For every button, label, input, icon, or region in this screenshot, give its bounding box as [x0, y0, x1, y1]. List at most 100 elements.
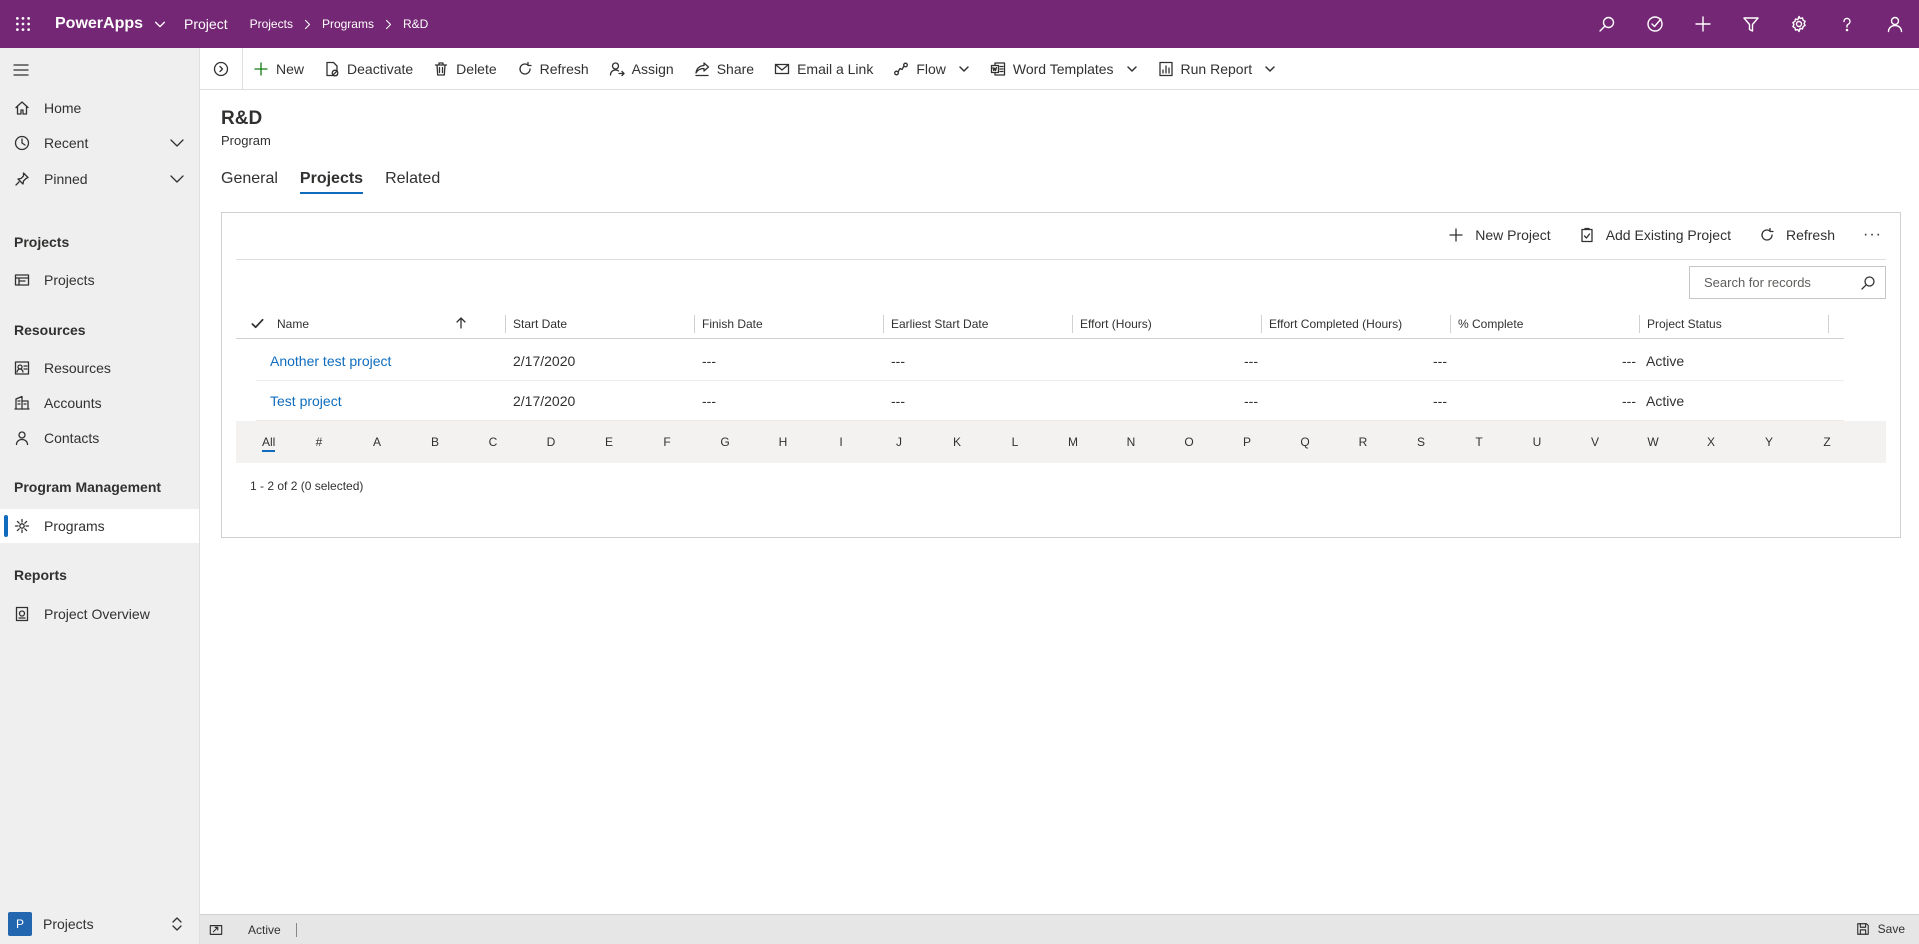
column-header-percent-complete[interactable]: % Complete	[1451, 309, 1640, 339]
nav-item-label: Projects	[44, 272, 95, 288]
project-name-link[interactable]: Test project	[270, 381, 342, 421]
search-icon	[1599, 16, 1615, 32]
side-navigation: Home Recent Pinned Projects Projects Res…	[0, 48, 200, 944]
table-row[interactable]: Another test project 2/17/2020 --- --- -…	[256, 341, 1844, 381]
run-report-dropdown[interactable]	[1264, 63, 1276, 75]
jump-letter[interactable]: Q	[1276, 435, 1334, 449]
word-templates-button[interactable]: Word Templates	[980, 48, 1148, 90]
filter-button[interactable]	[1727, 0, 1775, 48]
table-row[interactable]: Test project 2/17/2020 --- --- --- --- -…	[256, 381, 1844, 421]
search-button[interactable]	[1583, 0, 1631, 48]
select-all-checkbox[interactable]	[250, 316, 265, 331]
column-header-start-date[interactable]: Start Date	[506, 309, 695, 339]
refresh-button[interactable]: Refresh	[507, 48, 599, 90]
column-label: Name	[277, 317, 310, 331]
nav-item-contacts[interactable]: Contacts	[0, 421, 199, 455]
jump-letter[interactable]: #	[290, 435, 348, 449]
jump-letter[interactable]: S	[1392, 435, 1450, 449]
column-header-project-status[interactable]: Project Status	[1640, 309, 1829, 339]
jump-letter[interactable]: F	[638, 435, 696, 449]
jump-letter[interactable]: I	[812, 435, 870, 449]
jump-letter[interactable]: R	[1334, 435, 1392, 449]
jump-letter[interactable]: P	[1218, 435, 1276, 449]
app-name[interactable]: PowerApps	[55, 15, 143, 33]
nav-item-accounts[interactable]: Accounts	[0, 386, 199, 420]
jump-letter[interactable]: C	[464, 435, 522, 449]
jump-letter[interactable]: T	[1450, 435, 1508, 449]
jump-letter[interactable]: E	[580, 435, 638, 449]
profile-button[interactable]	[1871, 0, 1919, 48]
new-button[interactable]: New	[243, 48, 314, 90]
jump-letter[interactable]: Z	[1798, 435, 1856, 449]
deactivate-button[interactable]: Deactivate	[314, 48, 423, 90]
jump-letter[interactable]: L	[986, 435, 1044, 449]
expand-recent[interactable]	[169, 135, 185, 151]
tab-general[interactable]: General	[221, 170, 278, 194]
add-existing-project-label: Add Existing Project	[1605, 227, 1731, 243]
delete-button[interactable]: Delete	[423, 48, 506, 90]
share-button[interactable]: Share	[684, 48, 764, 90]
open-record-button[interactable]	[209, 923, 223, 937]
breadcrumb-projects[interactable]: Projects	[250, 17, 293, 31]
jump-letter[interactable]: B	[406, 435, 464, 449]
flow-dropdown[interactable]	[958, 63, 970, 75]
column-header-effort[interactable]: Effort (Hours)	[1073, 309, 1262, 339]
nav-item-resources[interactable]: Resources	[0, 351, 199, 385]
nav-item-programs[interactable]: Programs	[0, 509, 199, 543]
save-button[interactable]: Save	[1856, 922, 1905, 936]
breadcrumb-programs[interactable]: Programs	[322, 17, 374, 31]
jump-letter-all[interactable]: All	[250, 435, 290, 452]
jump-letter[interactable]: O	[1160, 435, 1218, 449]
more-commands-button[interactable]: ···	[1863, 226, 1882, 244]
deactivate-icon	[326, 61, 339, 76]
word-templates-dropdown[interactable]	[1126, 63, 1138, 75]
expand-pinned[interactable]	[169, 171, 185, 187]
collapse-commands-button[interactable]	[200, 61, 242, 77]
jump-letter[interactable]: D	[522, 435, 580, 449]
jump-letter[interactable]: W	[1624, 435, 1682, 449]
column-header-effort-completed[interactable]: Effort Completed (Hours)	[1262, 309, 1451, 339]
jump-letter[interactable]: V	[1566, 435, 1624, 449]
column-header-earliest-start-date[interactable]: Earliest Start Date	[884, 309, 1073, 339]
jump-letter[interactable]: J	[870, 435, 928, 449]
search-records-input[interactable]	[1704, 275, 1854, 290]
module-name[interactable]: Project	[184, 16, 228, 32]
jump-letter[interactable]: X	[1682, 435, 1740, 449]
nav-item-project-overview[interactable]: Project Overview	[0, 597, 199, 631]
area-switcher[interactable]: P Projects	[0, 904, 199, 944]
project-name-link[interactable]: Another test project	[270, 341, 391, 381]
column-label: Project Status	[1647, 317, 1722, 331]
column-header-finish-date[interactable]: Finish Date	[695, 309, 884, 339]
add-existing-project-button[interactable]: Add Existing Project	[1579, 227, 1731, 243]
flow-button[interactable]: Flow	[883, 48, 980, 90]
tab-projects[interactable]: Projects	[299, 170, 364, 194]
assign-button[interactable]: Assign	[599, 48, 684, 90]
run-report-button[interactable]: Run Report	[1148, 48, 1287, 90]
new-project-button[interactable]: New Project	[1448, 227, 1551, 243]
jump-letter[interactable]: K	[928, 435, 986, 449]
nav-item-recent[interactable]: Recent	[0, 126, 199, 160]
jump-letter[interactable]: N	[1102, 435, 1160, 449]
settings-button[interactable]	[1775, 0, 1823, 48]
jump-letter[interactable]: Y	[1740, 435, 1798, 449]
jump-letter[interactable]: A	[348, 435, 406, 449]
tasks-button[interactable]	[1631, 0, 1679, 48]
subgrid-refresh-button[interactable]: Refresh	[1759, 227, 1835, 243]
tab-related[interactable]: Related	[385, 170, 440, 194]
search-icon[interactable]	[1860, 275, 1876, 291]
collapse-nav-button[interactable]	[12, 61, 30, 79]
app-switcher-chevron[interactable]	[153, 17, 167, 31]
app-launcher-button[interactable]	[0, 0, 46, 48]
jump-letter[interactable]: M	[1044, 435, 1102, 449]
jump-letter[interactable]: U	[1508, 435, 1566, 449]
new-record-button[interactable]	[1679, 0, 1727, 48]
nav-item-home[interactable]: Home	[0, 91, 199, 125]
email-link-button[interactable]: Email a Link	[764, 48, 883, 90]
jump-letter[interactable]: H	[754, 435, 812, 449]
nav-item-projects[interactable]: Projects	[0, 263, 199, 297]
column-label: Finish Date	[702, 317, 763, 331]
nav-item-pinned[interactable]: Pinned	[0, 162, 199, 196]
column-header-name[interactable]: Name	[270, 309, 506, 339]
jump-letter[interactable]: G	[696, 435, 754, 449]
help-button[interactable]	[1823, 0, 1871, 48]
